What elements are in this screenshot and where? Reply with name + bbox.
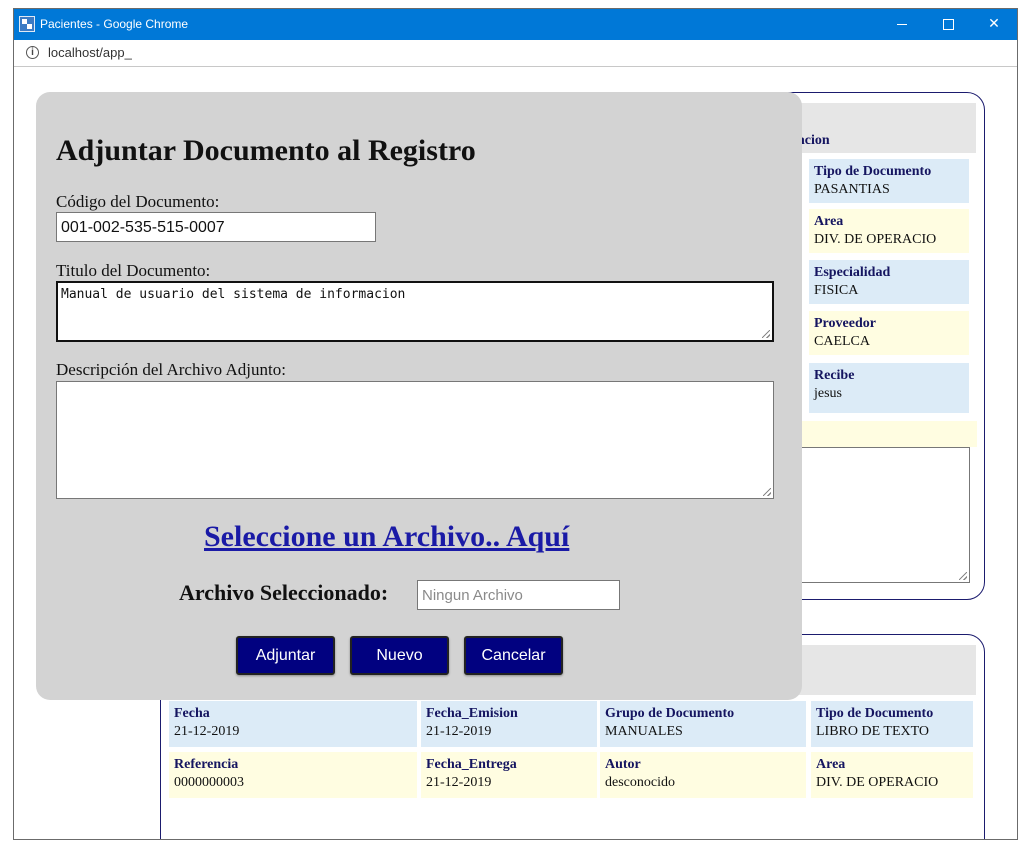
page-viewport: ncion Tipo de Documento PASANTIAS Area D…: [14, 68, 1017, 839]
resize-grip-icon[interactable]: [959, 572, 967, 580]
select-file-link[interactable]: Seleccione un Archivo.. Aquí: [204, 520, 569, 554]
resize-grip-icon[interactable]: [762, 330, 770, 338]
cell-value: DIV. DE OPERACIO: [814, 232, 937, 247]
cell-proveedor: Proveedor CAELCA: [809, 311, 969, 355]
resize-grip-icon[interactable]: [763, 488, 771, 496]
cell-label: Tipo de Documento: [814, 164, 932, 179]
cell-label: Fecha_Emision: [426, 706, 518, 721]
address-bar[interactable]: i localhost/app_: [14, 40, 1017, 67]
cell-recibe: Recibe jesus: [809, 363, 969, 413]
app-icon: [19, 16, 35, 32]
cell-grupo-documento: Grupo de Documento MANUALES: [600, 701, 806, 747]
cell-label: Tipo de Documento: [816, 706, 934, 721]
url-text[interactable]: localhost/app_: [48, 45, 132, 60]
cell-label: Area: [816, 757, 846, 772]
cell-value: 21-12-2019: [174, 724, 240, 739]
cell-value: desconocido: [605, 775, 675, 790]
info-icon[interactable]: i: [26, 46, 39, 59]
cell-value: CAELCA: [814, 334, 870, 349]
browser-window: Pacientes - Google Chrome ✕ i localhost/…: [13, 8, 1018, 840]
cell-especialidad: Especialidad FISICA: [809, 260, 969, 304]
cell-label: Fecha_Entrega: [426, 757, 517, 772]
selected-file-input[interactable]: Ningun Archivo: [417, 580, 620, 610]
code-label: Código del Documento:: [56, 192, 220, 211]
cell-value: 21-12-2019: [426, 724, 492, 739]
cell-label: Grupo de Documento: [605, 706, 735, 721]
title-textarea[interactable]: Manual de usuario del sistema de informa…: [56, 281, 774, 342]
cell-label: Referencia: [174, 757, 239, 772]
description-textarea[interactable]: [56, 381, 774, 499]
cell-label: Proveedor: [814, 316, 876, 331]
cell-fecha-entrega: Fecha_Entrega 21-12-2019: [421, 752, 597, 798]
cell-tipo-documento: Tipo de Documento LIBRO DE TEXTO: [811, 701, 973, 747]
cell-value: 21-12-2019: [426, 775, 492, 790]
cancel-button[interactable]: Cancelar: [464, 636, 563, 675]
cell-label: Recibe: [814, 368, 855, 383]
title-bar: Pacientes - Google Chrome ✕: [14, 9, 1017, 40]
dialog-title: Adjuntar Documento al Registro: [56, 134, 476, 167]
cell-value: 0000000003: [174, 775, 244, 790]
cell-label: Especialidad: [814, 265, 891, 280]
code-input[interactable]: 001-002-535-515-0007: [56, 212, 376, 242]
cell-value: FISICA: [814, 283, 859, 298]
description-label: Descripción del Archivo Adjunto:: [56, 360, 286, 379]
window-title: Pacientes - Google Chrome: [40, 17, 189, 31]
maximize-icon[interactable]: [925, 9, 971, 40]
cell-label: Area: [814, 214, 844, 229]
cell-value: DIV. DE OPERACIO: [816, 775, 939, 790]
cell-area: Area DIV. DE OPERACIO: [811, 752, 973, 798]
minimize-icon[interactable]: [879, 9, 925, 40]
cell-autor: Autor desconocido: [600, 752, 806, 798]
title-label: Titulo del Documento:: [56, 261, 211, 280]
notes-textarea[interactable]: [801, 447, 970, 583]
title-textarea-text: Manual de usuario del sistema de informa…: [61, 287, 406, 302]
close-icon[interactable]: ✕: [971, 9, 1017, 40]
cell-fecha: Fecha 21-12-2019: [169, 701, 417, 747]
cell-value: jesus: [814, 386, 842, 401]
cell-referencia: Referencia 0000000003: [169, 752, 417, 798]
cell-value: LIBRO DE TEXTO: [816, 724, 930, 739]
selected-file-label: Archivo Seleccionado:: [179, 580, 389, 605]
cell-label: Autor: [605, 757, 641, 772]
new-button[interactable]: Nuevo: [350, 636, 449, 675]
cell-tipo-documento: Tipo de Documento PASANTIAS: [809, 159, 969, 203]
cell-value: MANUALES: [605, 724, 683, 739]
cell-label: Fecha: [174, 706, 210, 721]
attach-button[interactable]: Adjuntar: [236, 636, 335, 675]
cell-fecha-emision: Fecha_Emision 21-12-2019: [421, 701, 597, 747]
attach-document-dialog: Adjuntar Documento al Registro Código de…: [36, 92, 802, 700]
cell-value: PASANTIAS: [814, 182, 890, 197]
notes-strip: [801, 421, 977, 447]
cell-area: Area DIV. DE OPERACIO: [809, 209, 969, 253]
